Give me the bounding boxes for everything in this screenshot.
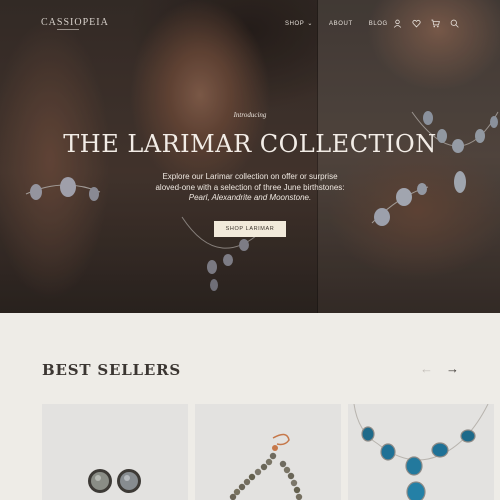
hero-description: Explore our Larimar collection on offer … [0, 172, 500, 204]
user-icon[interactable] [393, 19, 402, 28]
cart-icon[interactable] [431, 19, 440, 28]
product-image-necklace [353, 404, 489, 500]
nav-item-label: BLOG [368, 20, 388, 27]
brand-logo[interactable]: CASSIOPEIA [41, 17, 109, 28]
hero-description-line: aloved-one with a selection of three Jun… [155, 182, 345, 192]
nav-item-blog[interactable]: BLOG [369, 21, 388, 27]
product-card[interactable] [348, 404, 494, 500]
hero-description-line: Explore our Larimar collection on offer … [162, 172, 338, 181]
product-image-bracelet [229, 433, 303, 500]
arrow-right-icon[interactable]: → [446, 362, 459, 375]
hero-banner: CASSIOPEIA SHOP ⌄ ABOUT BLOG Introducing… [0, 0, 500, 313]
product-image-earrings [88, 469, 141, 493]
product-card[interactable] [42, 404, 188, 500]
section-title: BEST SELLERS [42, 361, 182, 379]
arrow-left-icon[interactable]: ← [420, 362, 433, 375]
hero-description-birthstones: Pearl, Alexandrite and Moonstone. [188, 193, 312, 202]
shop-larimar-button[interactable]: SHOP LARIMAR [214, 221, 286, 237]
chevron-down-icon: ⌄ [307, 21, 314, 27]
logo-underline [57, 29, 79, 30]
main-nav: SHOP ⌄ ABOUT BLOG [285, 20, 404, 28]
nav-item-shop[interactable]: SHOP ⌄ [285, 20, 314, 28]
heart-icon[interactable] [412, 19, 421, 28]
nav-item-about[interactable]: ABOUT [329, 21, 353, 27]
header-icons [393, 19, 459, 28]
product-card[interactable] [195, 404, 341, 500]
hero-title: THE LARIMAR COLLECTION [63, 130, 437, 158]
nav-item-label: ABOUT [329, 20, 353, 27]
search-icon[interactable] [450, 19, 459, 28]
hero-intro: Introducing [233, 111, 267, 119]
nav-item-label: SHOP [285, 20, 305, 27]
